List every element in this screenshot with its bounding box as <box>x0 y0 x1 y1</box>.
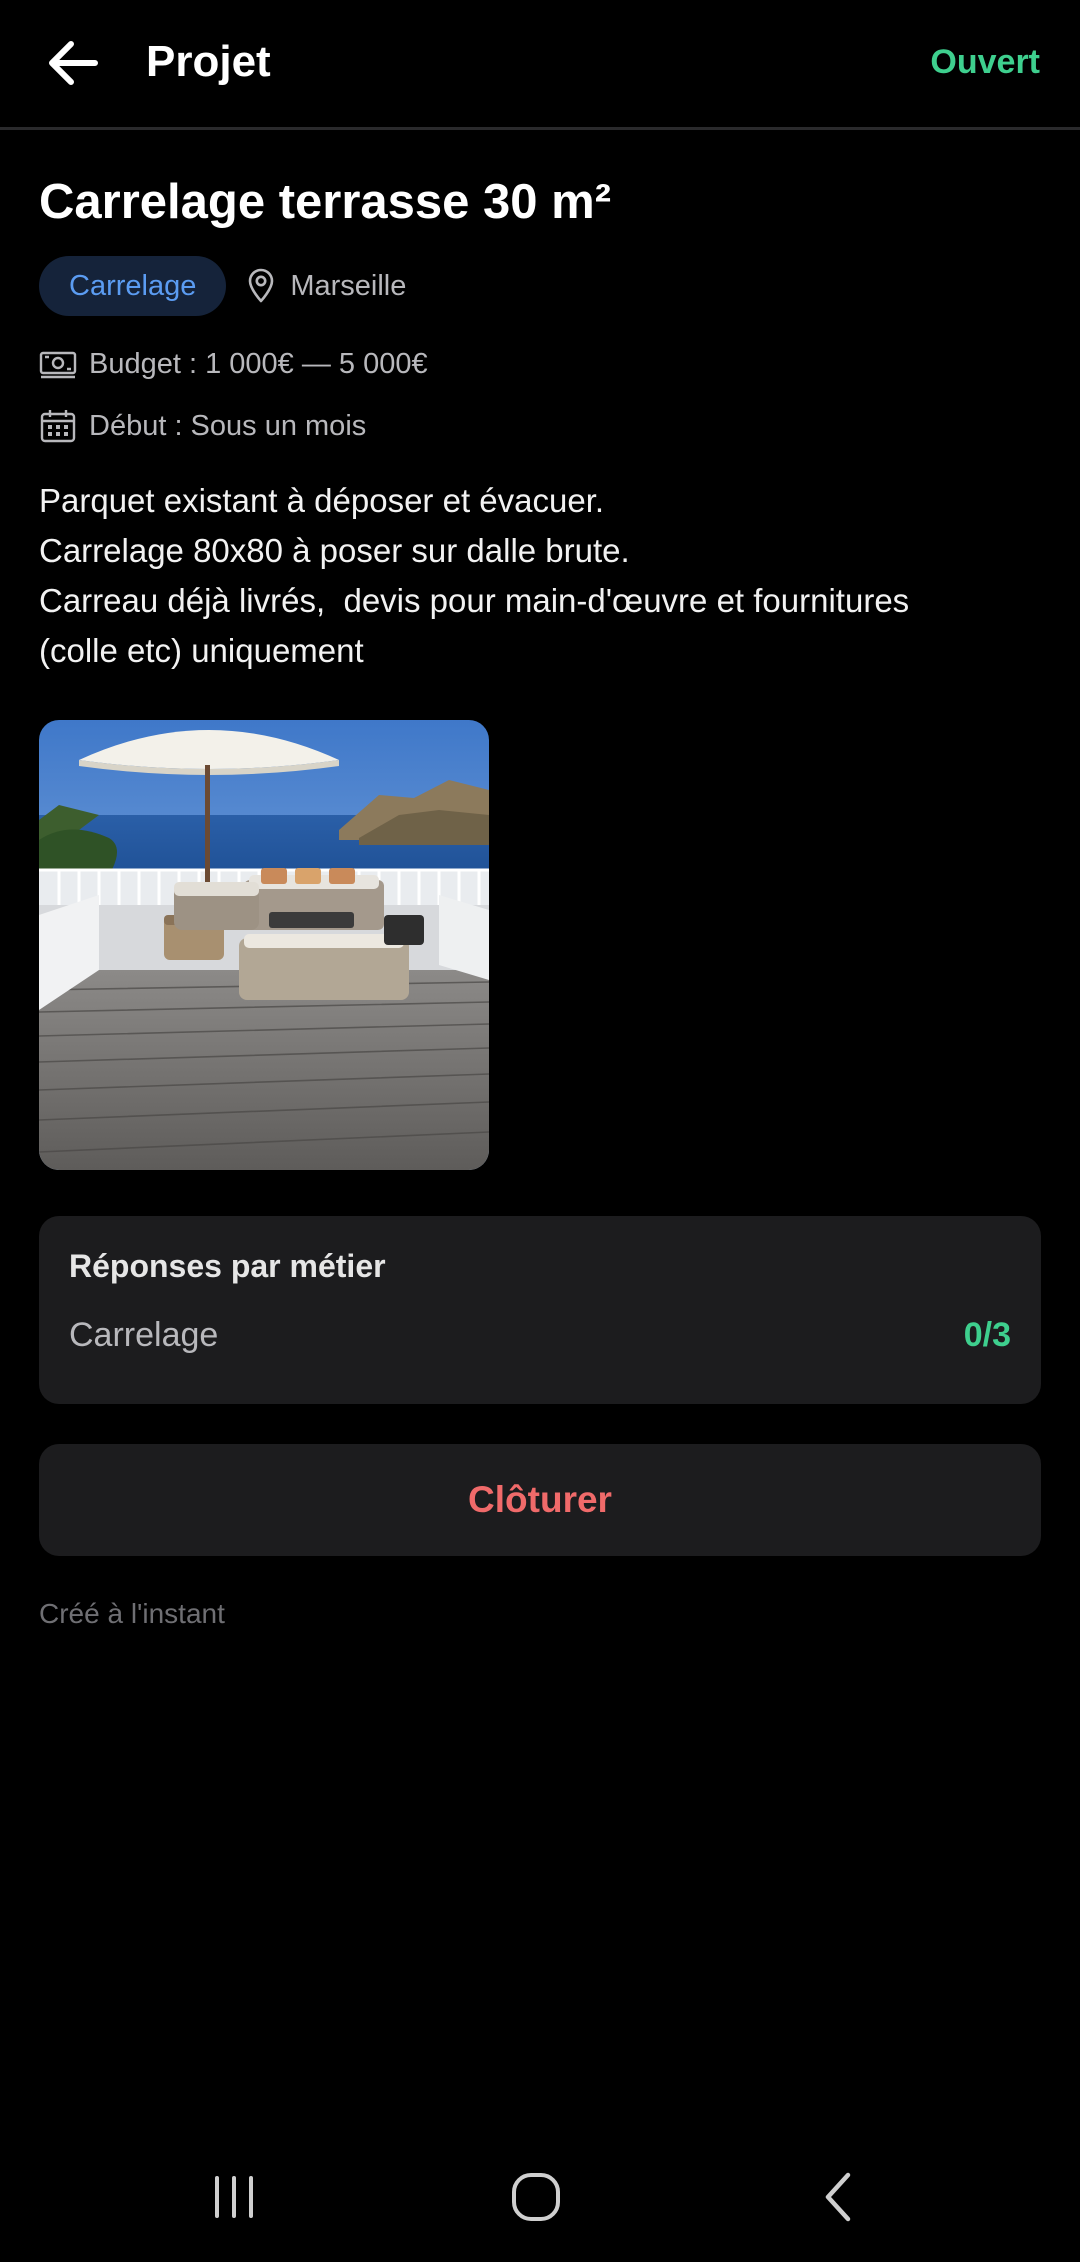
nav-back-button[interactable] <box>798 2157 878 2237</box>
created-timestamp: Créé à l'instant <box>39 1598 225 1629</box>
response-trade-label: Carrelage <box>69 1316 219 1354</box>
location-label: Marseille <box>290 269 407 302</box>
start-line: Début : Sous un mois <box>39 406 1041 446</box>
calendar-icon <box>40 410 76 443</box>
recent-apps-button[interactable] <box>194 2157 274 2237</box>
terrace-photo <box>39 720 489 1170</box>
project-meta: Carrelage Marseille <box>39 256 1041 316</box>
map-pin-icon <box>249 268 274 303</box>
close-project-button[interactable]: Clôturer <box>39 1444 1041 1556</box>
response-count: 0/3 <box>963 1316 1011 1354</box>
back-button[interactable] <box>40 30 106 96</box>
status-label[interactable]: Ouvert <box>930 38 1040 86</box>
project-description: Parquet existant à déposer et évacuer. C… <box>39 476 1041 676</box>
home-icon <box>512 2173 560 2221</box>
responses-title: Réponses par métier <box>69 1248 386 1284</box>
location: Marseille <box>246 268 406 304</box>
project-title: Carrelage terrasse 30 m² <box>39 175 612 229</box>
project-details: Carrelage terrasse 30 m² Carrelage Marse… <box>39 170 1041 1630</box>
banknote-icon <box>39 351 77 379</box>
category-chip[interactable]: Carrelage <box>39 256 227 316</box>
app-bar: Projet Ouvert <box>0 0 1080 130</box>
responses-card: Réponses par métier Carrelage 0/3 <box>39 1216 1041 1404</box>
home-button[interactable] <box>496 2157 576 2237</box>
description-line: (colle etc) uniquement <box>39 632 364 669</box>
arrow-left-icon <box>49 41 98 85</box>
description-line: Parquet existant à déposer et évacuer. <box>39 482 605 519</box>
project-photo[interactable] <box>39 720 489 1170</box>
budget-text: Budget : 1 000€ — 5 000€ <box>89 348 428 380</box>
page-title: Projet <box>146 37 271 86</box>
description-line: Carrelage 80x80 à poser sur dalle brute. <box>39 532 630 569</box>
description-line: Carreau déjà livrés, devis pour main-d'œ… <box>39 582 910 619</box>
budget-line: Budget : 1 000€ — 5 000€ <box>39 344 1041 384</box>
recent-apps-icon <box>215 2176 253 2218</box>
response-row[interactable]: Carrelage 0/3 <box>69 1316 1011 1355</box>
start-text: Début : Sous un mois <box>89 410 367 442</box>
system-nav-bar <box>0 2132 1080 2262</box>
chevron-left-icon <box>825 2172 851 2222</box>
